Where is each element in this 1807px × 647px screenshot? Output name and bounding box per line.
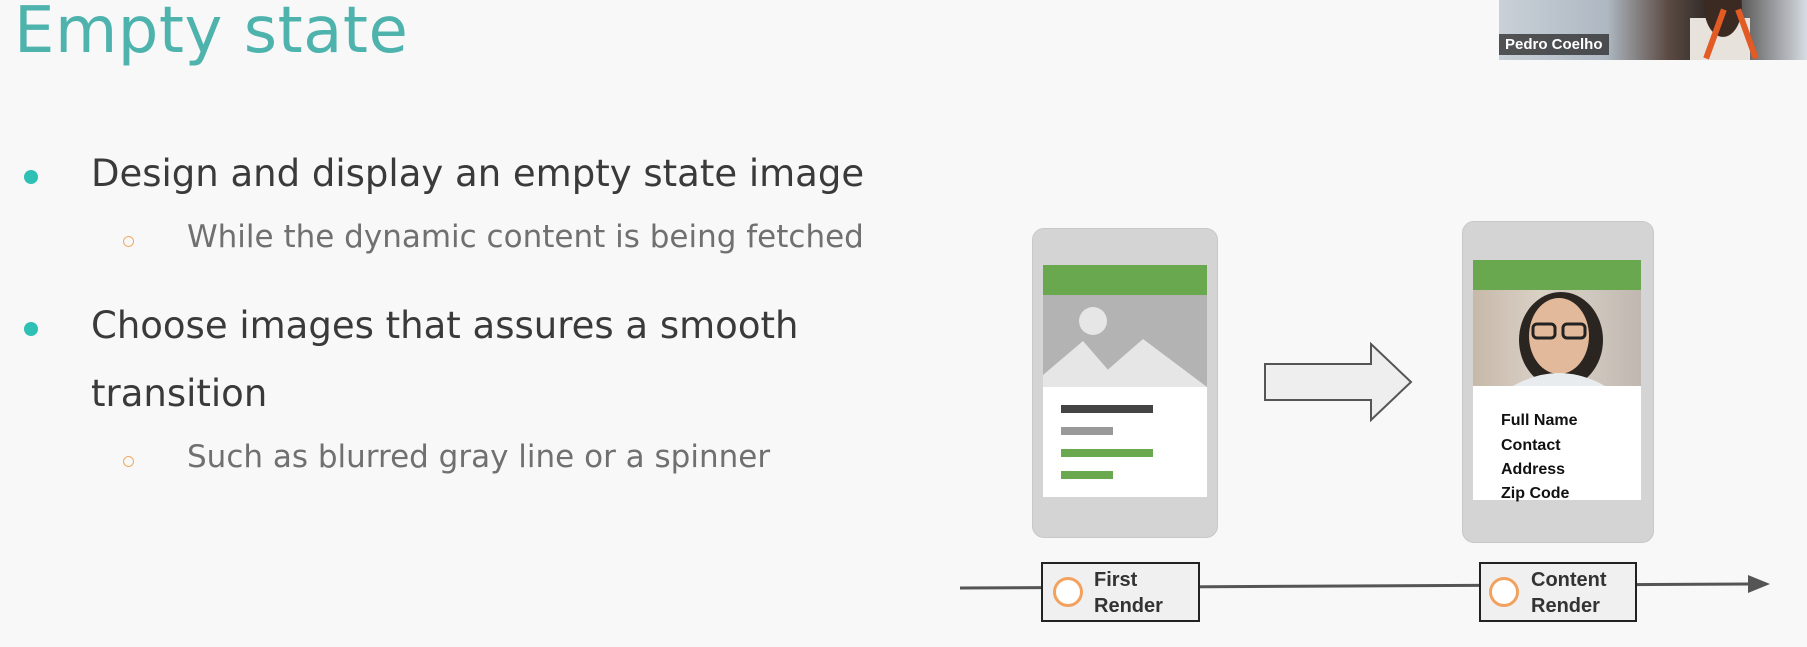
timeline-label-line2: Render <box>1094 595 1163 617</box>
phone-skeleton <box>1032 228 1218 538</box>
bullet-dot <box>24 322 38 336</box>
sub-bullet-dot <box>123 456 134 467</box>
bullet-text-line1: Choose images that assures a smooth <box>91 304 799 347</box>
field-zip-code: Zip Code <box>1501 485 1570 502</box>
skeleton-line <box>1061 405 1153 413</box>
skeleton-line <box>1061 471 1113 479</box>
timeline-circle-icon <box>1053 577 1083 607</box>
timeline-marker-content-render: Content Render <box>1479 562 1637 622</box>
image-placeholder-icon <box>1043 307 1207 387</box>
header-bar <box>1043 265 1207 295</box>
profile-photo <box>1473 290 1641 386</box>
phone-content: Full Name Contact Address Zip Code <box>1462 221 1654 543</box>
sub-bullet-dot <box>123 236 134 247</box>
field-contact: Contact <box>1501 437 1561 454</box>
skeleton-line <box>1061 427 1113 435</box>
image-placeholder <box>1043 295 1207 387</box>
bullet-dot <box>24 170 38 184</box>
timeline-circle-icon <box>1489 577 1519 607</box>
field-full-name: Full Name <box>1501 412 1578 429</box>
header-bar <box>1473 260 1641 290</box>
timeline-label-line1: Content <box>1531 569 1607 591</box>
slide-title: Empty state <box>14 0 409 68</box>
field-address: Address <box>1501 461 1566 478</box>
bullet-text-line2: transition <box>91 372 268 415</box>
timeline-label-line1: First <box>1094 569 1138 591</box>
video-participant-name: Pedro Coelho <box>1499 34 1609 55</box>
person-photo-icon <box>1513 292 1605 386</box>
sub-bullet-text: Such as blurred gray line or a spinner <box>187 439 771 475</box>
sub-bullet-text: While the dynamic content is being fetch… <box>187 219 864 255</box>
bullet-text: Design and display an empty state image <box>91 152 865 195</box>
skeleton-line <box>1061 449 1153 457</box>
timeline-label-line2: Render <box>1531 595 1600 617</box>
timeline-marker-first-render: First Render <box>1041 562 1200 622</box>
right-arrow-icon <box>1264 342 1413 422</box>
